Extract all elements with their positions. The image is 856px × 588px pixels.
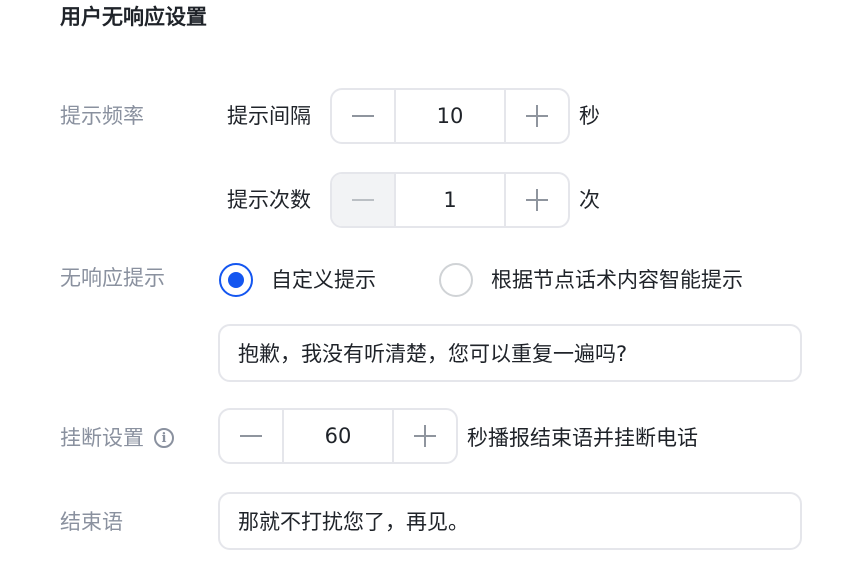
hangup-settings-label: 挂断设置 [60,426,144,450]
radio-custom-prompt[interactable]: 自定义提示 [219,263,376,297]
minus-icon [240,435,262,437]
prompt-count-stepper: 1 [330,172,570,228]
custom-prompt-text: 抱歉，我没有听清楚，您可以重复一遍吗? [238,342,628,366]
hangup-seconds-stepper: 60 [218,408,458,464]
hangup-seconds-value[interactable]: 60 [284,410,392,462]
count-increment-button[interactable] [504,174,568,226]
plus-icon [414,425,436,447]
hangup-decrement-button[interactable] [220,410,284,462]
interval-increment-button[interactable] [504,90,568,142]
info-icon[interactable]: i [154,428,174,448]
radio-smart-prompt[interactable]: 根据节点话术内容智能提示 [439,263,743,297]
count-value[interactable]: 1 [396,174,504,226]
interval-decrement-button[interactable] [332,90,396,142]
ending-phrase-text: 那就不打扰您了，再见。 [238,510,469,534]
plus-icon [526,105,548,127]
radio-checked-icon[interactable] [219,263,253,297]
hangup-suffix-text: 秒播报结束语并挂断电话 [467,426,698,450]
count-decrement-button[interactable] [332,174,396,226]
prompt-frequency-label: 提示频率 [60,104,144,128]
prompt-count-label: 提示次数 [227,188,311,212]
ending-phrase-input[interactable]: 那就不打扰您了，再见。 [218,492,802,550]
interval-unit: 秒 [579,104,600,128]
section-title: 用户无响应设置 [60,5,207,29]
radio-custom-prompt-label: 自定义提示 [271,268,376,292]
radio-smart-prompt-label: 根据节点话术内容智能提示 [491,268,743,292]
radio-unchecked-icon[interactable] [439,263,473,297]
hangup-increment-button[interactable] [392,410,456,462]
prompt-interval-label: 提示间隔 [227,104,311,128]
prompt-interval-stepper: 10 [330,88,570,144]
interval-value[interactable]: 10 [396,90,504,142]
custom-prompt-input[interactable]: 抱歉，我没有听清楚，您可以重复一遍吗? [218,324,802,382]
no-response-prompt-label: 无响应提示 [60,266,165,290]
count-unit: 次 [579,188,600,212]
plus-icon [526,189,548,211]
ending-phrase-label: 结束语 [60,510,123,534]
minus-icon [352,199,374,201]
hangup-label-group: 挂断设置 i [60,423,174,453]
minus-icon [352,115,374,117]
